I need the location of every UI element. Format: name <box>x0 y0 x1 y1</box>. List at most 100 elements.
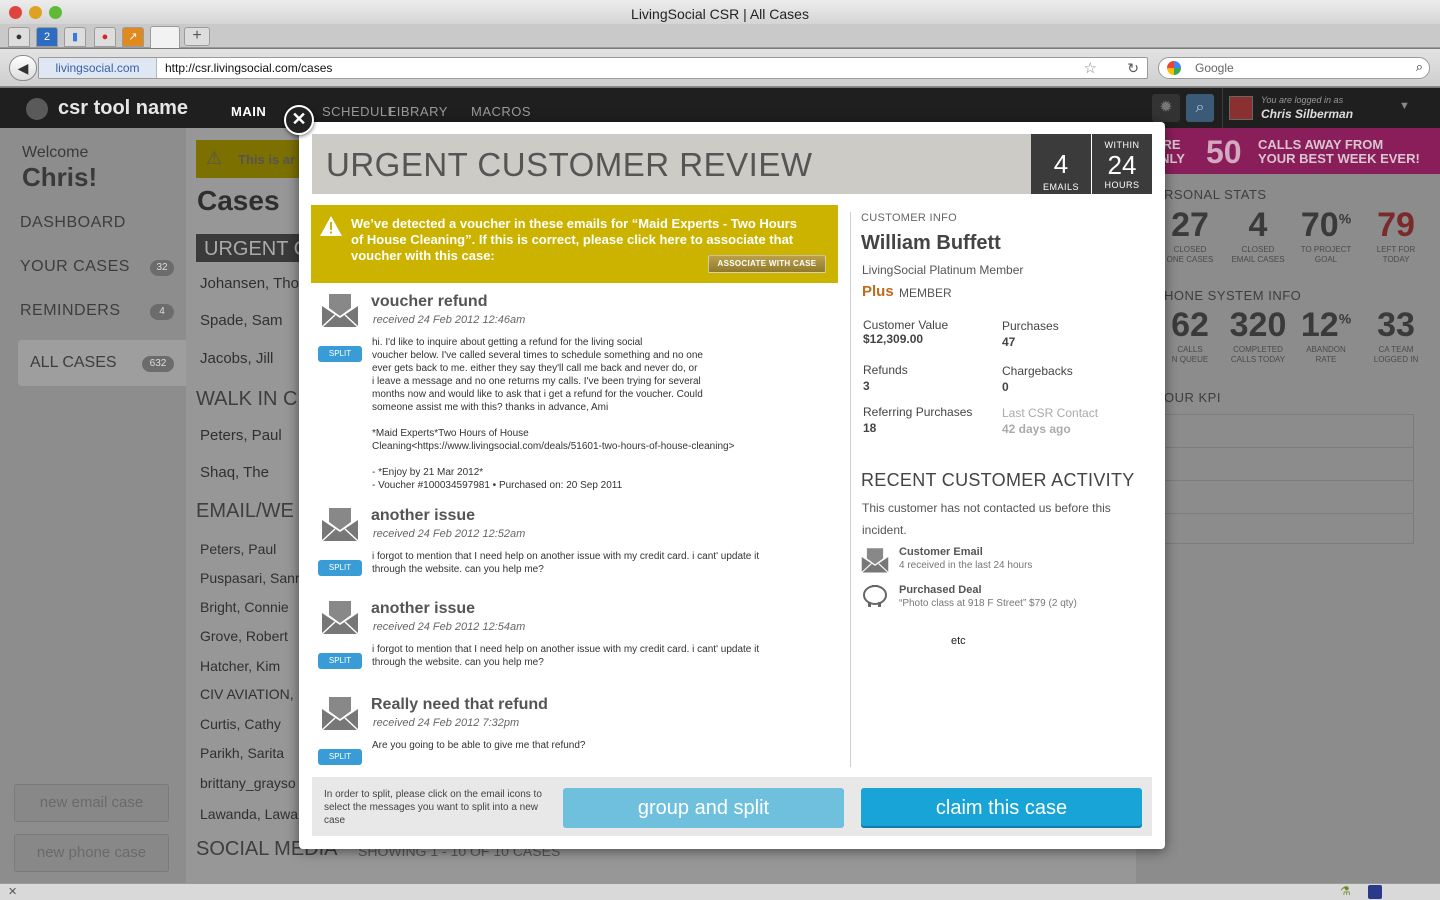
case-row[interactable]: Spade, Sam <box>200 312 283 329</box>
modal-title: URGENT CUSTOMER REVIEW <box>326 146 813 183</box>
case-row[interactable]: CIV AVIATION, <box>200 686 294 702</box>
nav-main[interactable]: MAIN <box>231 104 266 119</box>
zoom-window-button[interactable] <box>49 6 62 19</box>
address-bar[interactable]: livingsocial.com http://csr.livingsocial… <box>38 57 1148 79</box>
tab-calendar-icon[interactable]: 2 <box>36 27 58 47</box>
phone-system-label: HONE SYSTEM INFO <box>1164 288 1302 303</box>
app-name: csr tool name <box>58 97 189 119</box>
sidebar: Welcome Chris! DASHBOARD YOUR CASES 32 R… <box>0 128 188 883</box>
envelope-icon[interactable] <box>321 506 359 542</box>
split-button[interactable]: SPLIT <box>318 560 362 576</box>
site-identity[interactable]: livingsocial.com <box>39 58 157 78</box>
sidebar-item-reminders[interactable]: REMINDERS <box>20 302 121 320</box>
modal-footer: In order to split, please click on the e… <box>312 777 1152 836</box>
message-date: received 24 Feb 2012 12:46am <box>373 314 526 326</box>
reminders-badge: 4 <box>150 304 174 320</box>
tab-docs-icon[interactable]: ▮ <box>64 27 86 47</box>
split-button[interactable]: SPLIT <box>318 653 362 669</box>
search-nav-icon[interactable]: ⌕ <box>1186 94 1214 122</box>
tab-active[interactable] <box>150 26 180 48</box>
case-row[interactable]: Parikh, Sarita <box>200 745 284 761</box>
piggy-bank-icon <box>863 585 887 607</box>
chevron-down-icon[interactable]: ▼ <box>1399 100 1410 112</box>
case-row[interactable]: Bright, Connie <box>200 599 289 615</box>
activity-title: Customer Email <box>899 546 983 558</box>
new-phone-case-button[interactable]: new phone case <box>14 834 169 872</box>
envelope-icon[interactable] <box>321 292 359 328</box>
google-icon <box>1167 61 1181 75</box>
all-cases-badge: 632 <box>142 356 174 372</box>
split-button[interactable]: SPLIT <box>318 346 362 362</box>
case-row[interactable]: Peters, Paul <box>200 541 276 557</box>
url-text[interactable]: http://csr.livingsocial.com/cases <box>165 58 332 78</box>
customer-name: William Buffett <box>861 232 1001 254</box>
envelope-icon[interactable] <box>321 599 359 635</box>
group-and-split-button[interactable]: group and split <box>563 788 844 828</box>
etc-text: etc <box>951 635 966 647</box>
sidebar-item-your-cases[interactable]: YOUR CASES <box>20 258 130 276</box>
nav-macros[interactable]: MACROS <box>471 104 531 119</box>
search-icon[interactable]: ⌕ <box>1416 59 1423 75</box>
nav-schedule[interactable]: SCHEDULE <box>322 104 397 119</box>
reload-icon[interactable]: ↻ <box>1127 60 1139 77</box>
case-row[interactable]: Hatcher, Kim <box>200 658 280 674</box>
new-email-case-button[interactable]: new email case <box>14 784 169 822</box>
tab-record-icon[interactable]: ● <box>94 27 116 47</box>
flask-icon[interactable]: ⚗ <box>1340 884 1351 898</box>
split-button[interactable]: SPLIT <box>318 749 362 765</box>
back-button[interactable]: ◀ <box>9 55 37 81</box>
recent-activity-text: This customer has not contacted us befor… <box>862 501 1111 537</box>
logged-in-label: You are logged in as <box>1261 95 1344 105</box>
search-bar[interactable]: Google ⌕ <box>1158 57 1430 79</box>
case-row[interactable]: Peters, Paul <box>200 427 282 444</box>
your-cases-badge: 32 <box>150 260 174 276</box>
close-icon[interactable]: ✕ <box>8 885 17 898</box>
sidebar-item-dashboard[interactable]: DASHBOARD <box>20 214 126 232</box>
case-row[interactable]: Lawanda, Lawa <box>200 806 298 822</box>
tab-bar: ● 2 ▮ ● ↗ + <box>0 24 1440 48</box>
case-row[interactable]: Curtis, Cathy <box>200 716 281 732</box>
user-menu[interactable]: You are logged in as Chris Silberman ▼ <box>1222 88 1432 128</box>
status-bar: ✕ ⚗ <box>0 883 1440 900</box>
close-modal-button[interactable]: ✕ <box>284 105 314 135</box>
walkin-label: WALK IN C <box>196 388 298 410</box>
envelope-icon[interactable] <box>321 695 359 731</box>
case-row[interactable]: Puspasari, Sanr <box>200 570 300 586</box>
bug-icon[interactable]: ✹ <box>1152 94 1180 122</box>
referring-purchases-stat: Referring Purchases 18 <box>863 405 973 435</box>
plus-badge: Plus <box>862 283 894 300</box>
activity-sub: 4 received in the last 24 hours <box>899 560 1033 571</box>
minimize-window-button[interactable] <box>29 6 42 19</box>
browser-toolbar: ◀ livingsocial.com http://csr.livingsoci… <box>0 49 1440 87</box>
recent-activity-title: RECENT CUSTOMER ACTIVITY <box>861 470 1135 490</box>
stats-panel: U'RE ONLY 50 CALLS AWAY FROM YOUR BEST WEE… <box>1136 128 1440 883</box>
warning-icon: ⚠ <box>206 148 223 168</box>
window-title: LivingSocial CSR | All Cases <box>631 6 809 22</box>
modal-header: URGENT CUSTOMER REVIEW <box>312 134 1032 194</box>
flag-icon[interactable] <box>1368 885 1382 899</box>
case-row[interactable]: Johansen, Tho <box>200 275 299 292</box>
close-window-button[interactable] <box>9 6 22 19</box>
purchases-stat: Purchases 47 <box>1002 319 1059 349</box>
message-body: Are you going to be able to give me that… <box>372 740 586 751</box>
cases-title: Cases <box>197 185 280 216</box>
case-row[interactable]: Grove, Robert <box>200 628 288 644</box>
warning-text: This is ar <box>238 152 296 167</box>
tab-github-icon[interactable]: ● <box>8 27 30 47</box>
urgent-review-modal: URGENT CUSTOMER REVIEW 4 EMAILS WITHIN 2… <box>299 122 1165 849</box>
case-row[interactable]: brittany_grayso <box>200 775 296 791</box>
claim-case-button[interactable]: claim this case <box>861 788 1142 828</box>
nav-library[interactable]: LIBRARY <box>389 104 448 119</box>
new-tab-button[interactable]: + <box>184 27 210 46</box>
logo-icon <box>26 98 48 120</box>
case-row[interactable]: Shaq, The <box>200 464 269 481</box>
kpi-label: OUR KPI <box>1164 390 1221 405</box>
associate-with-case-button[interactable]: ASSOCIATE WITH CASE <box>708 255 826 273</box>
welcome-label: Welcome <box>22 144 89 161</box>
case-row[interactable]: Jacobs, Jill <box>200 350 273 367</box>
bookmark-star-icon[interactable]: ☆ <box>1084 59 1097 77</box>
envelope-icon <box>861 548 889 573</box>
customer-tier: LivingSocial Platinum Member <box>862 263 1024 277</box>
sidebar-item-all-cases[interactable]: ALL CASES 632 <box>18 340 188 386</box>
tab-analytics-icon[interactable]: ↗ <box>122 27 144 47</box>
